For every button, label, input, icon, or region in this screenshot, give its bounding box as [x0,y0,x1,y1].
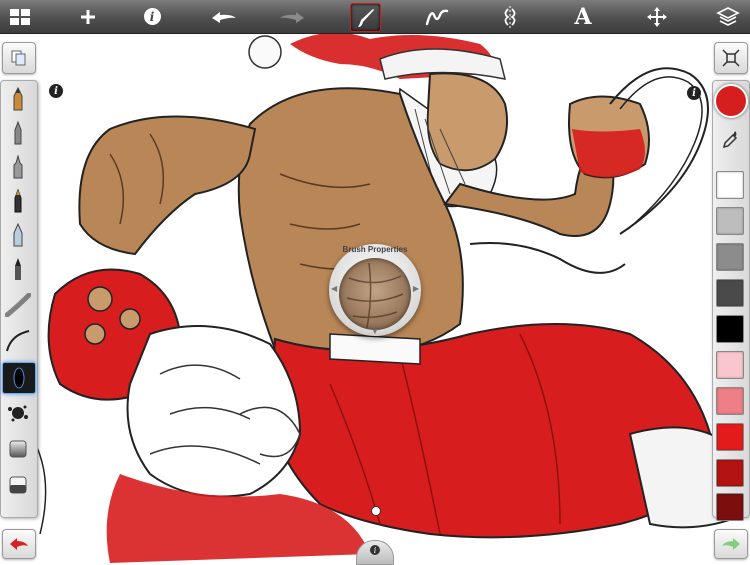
blob-brush-icon[interactable] [2,362,36,394]
splatter-icon[interactable] [2,398,34,428]
gallery-grid-icon[interactable] [0,0,40,33]
ballpoint-pen-icon[interactable] [2,118,34,148]
color-swatch[interactable] [716,207,744,235]
airbrush-icon[interactable] [2,220,34,250]
right-toolbar-info-icon[interactable]: i [687,86,701,100]
color-swatch[interactable] [716,315,744,343]
eyedropper-icon[interactable] [714,124,746,154]
copy-paste-button[interactable] [2,42,36,74]
brush-icon[interactable] [350,3,381,32]
color-toolbar [712,38,750,563]
add-icon[interactable] [68,0,108,33]
layers-icon[interactable] [708,0,748,33]
brush-properties-label: Brush Properties [342,245,408,254]
undo-icon[interactable] [204,0,244,33]
color-swatch[interactable] [716,351,744,379]
transform-icon[interactable] [637,0,677,33]
color-swatch[interactable] [716,387,744,415]
info-icon[interactable]: i [132,0,172,33]
felt-tip-icon[interactable] [2,186,34,216]
redo-icon[interactable] [272,0,312,33]
undo-button[interactable] [2,529,36,559]
paintbrush-icon[interactable] [2,254,34,284]
puck-right-arrow-icon: ▶ [412,284,419,293]
color-swatch[interactable] [716,459,744,487]
canvas-handle-icon[interactable] [371,506,381,516]
info-icon-label: i [143,8,161,25]
color-swatch[interactable] [716,279,744,307]
left-toolbar-info-icon[interactable]: i [49,84,63,98]
color-swatch[interactable] [716,171,744,199]
smudge-icon[interactable] [2,290,34,320]
pencil-icon[interactable] [2,84,34,114]
symmetry-icon[interactable] [490,0,530,33]
color-swatch[interactable] [716,243,744,271]
current-color-picker[interactable] [714,84,748,118]
calligraphy-icon[interactable] [2,326,34,356]
fit-canvas-button[interactable] [714,42,748,74]
puck-down-arrow-icon: ▼ [371,327,379,336]
stroke-icon[interactable] [417,0,457,33]
main-toolbar: i A [0,0,750,34]
color-swatch[interactable] [716,493,744,521]
puck-left-arrow-icon: ◀ [331,284,338,293]
marker-icon[interactable] [2,152,34,182]
bottom-info-icon: i [370,545,380,555]
brush-properties-puck[interactable]: Brush Properties ◀ ▶ ▼ [329,244,421,336]
brush-toolbar [0,38,38,563]
color-swatch[interactable] [716,423,744,451]
brush-preview [339,258,411,330]
redo-button[interactable] [714,529,748,559]
text-icon[interactable]: A [563,0,603,33]
eraser-icon[interactable] [2,470,34,500]
fill-icon[interactable] [2,434,34,464]
